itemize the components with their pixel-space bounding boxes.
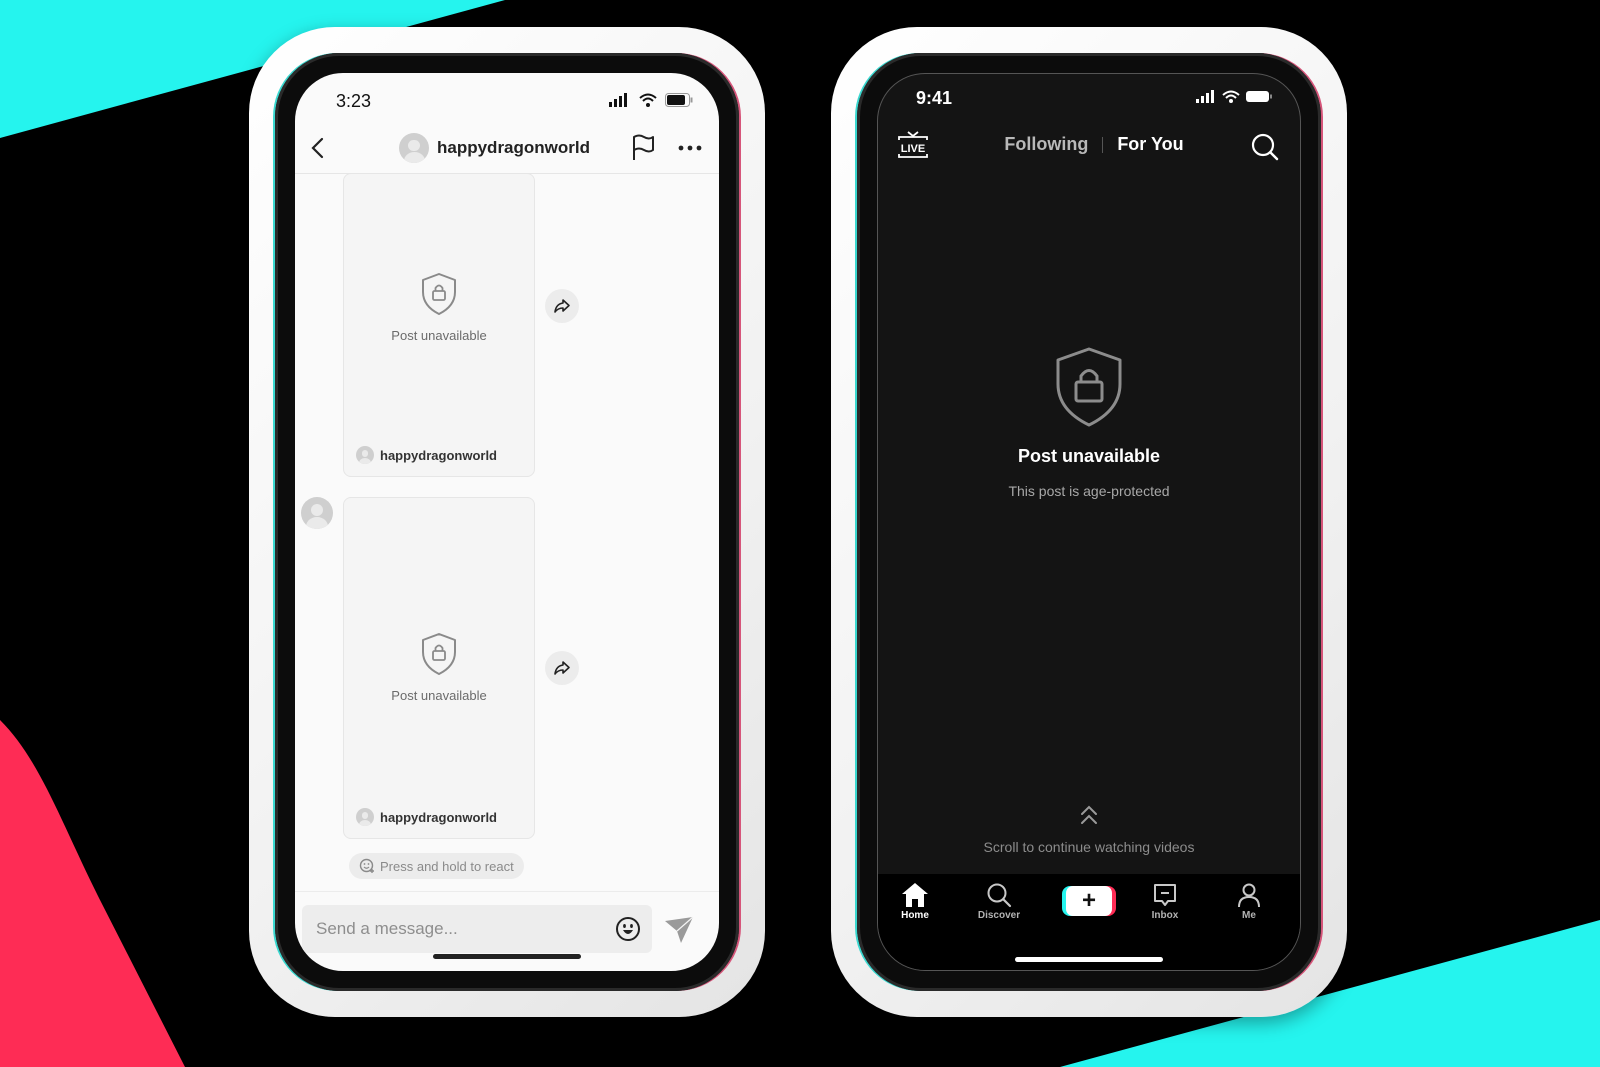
post-unavailable-label: Post unavailable bbox=[391, 688, 487, 703]
age-protected-subtitle: This post is age-protected bbox=[1008, 483, 1170, 499]
wifi-icon bbox=[1222, 90, 1240, 103]
nav-label: Inbox bbox=[1151, 910, 1179, 921]
nav-me[interactable]: Me bbox=[1214, 882, 1284, 921]
shield-lock-icon bbox=[422, 633, 456, 675]
status-time: 9:41 bbox=[916, 88, 953, 108]
avatar bbox=[399, 133, 429, 163]
author-name: happydragonworld bbox=[380, 447, 497, 463]
bottom-nav: Home Discover + Inbox Me bbox=[878, 874, 1300, 970]
share-icon bbox=[554, 299, 570, 313]
shared-post-card[interactable]: Post unavailable happydragonworld bbox=[343, 173, 535, 477]
tab-following[interactable]: Following bbox=[1004, 134, 1088, 155]
nav-label: Me bbox=[1242, 910, 1256, 921]
phone-right-feed: 9:41 LIVE Following For You Post unavail… bbox=[831, 27, 1347, 1017]
status-icons bbox=[1196, 90, 1272, 103]
post-author: happydragonworld bbox=[356, 808, 497, 826]
chevron-left-icon[interactable] bbox=[303, 133, 333, 163]
dm-screen: 3:23 happydragonworld Post unavailable h… bbox=[295, 73, 719, 971]
battery-icon bbox=[1246, 91, 1272, 102]
react-hint-chip[interactable]: Press and hold to react bbox=[349, 853, 524, 879]
home-indicator[interactable] bbox=[433, 954, 581, 959]
shared-post-card[interactable]: Post unavailable happydragonworld bbox=[343, 497, 535, 839]
chat-header: happydragonworld bbox=[295, 125, 719, 174]
phone-bezel: 9:41 LIVE Following For You Post unavail… bbox=[857, 53, 1321, 991]
signal-icon bbox=[609, 93, 627, 107]
post-unavailable-label: Post unavailable bbox=[391, 328, 487, 343]
chat-username: happydragonworld bbox=[437, 138, 590, 157]
ellipsis-icon[interactable] bbox=[675, 135, 705, 161]
author-name: happydragonworld bbox=[380, 809, 497, 825]
nav-home[interactable]: Home bbox=[880, 882, 950, 921]
author-avatar bbox=[356, 808, 374, 826]
flag-icon[interactable] bbox=[629, 133, 657, 163]
scroll-hint: Scroll to continue watching videos bbox=[983, 839, 1195, 855]
inbox-icon bbox=[1154, 884, 1176, 906]
composer-divider bbox=[295, 891, 719, 892]
react-hint-text: Press and hold to react bbox=[380, 858, 514, 874]
shield-lock-icon bbox=[1056, 347, 1122, 427]
signal-icon bbox=[1196, 90, 1214, 103]
share-icon bbox=[554, 661, 570, 675]
shield-lock-icon bbox=[422, 273, 456, 315]
message-input[interactable] bbox=[302, 905, 652, 953]
share-button[interactable] bbox=[545, 651, 579, 685]
author-avatar bbox=[356, 446, 374, 464]
status-bar: 3:23 bbox=[295, 73, 719, 123]
nav-label: Home bbox=[901, 910, 929, 921]
wifi-icon bbox=[639, 93, 657, 107]
nav-create-button[interactable]: + bbox=[1062, 886, 1116, 916]
chat-user[interactable]: happydragonworld bbox=[399, 133, 590, 163]
feed-tabs: Following For You bbox=[878, 134, 1300, 155]
add-reaction-icon bbox=[359, 858, 374, 873]
double-chevron-up-icon bbox=[1081, 805, 1097, 824]
profile-icon bbox=[1238, 883, 1260, 908]
nav-discover[interactable]: Discover bbox=[964, 882, 1034, 921]
avatar bbox=[301, 497, 333, 529]
send-icon[interactable] bbox=[663, 915, 695, 945]
status-time: 3:23 bbox=[336, 91, 372, 111]
post-author: happydragonworld bbox=[356, 446, 497, 464]
share-button[interactable] bbox=[545, 289, 579, 323]
post-unavailable-title: Post unavailable bbox=[1017, 446, 1161, 466]
search-icon bbox=[987, 883, 1012, 908]
phone-left-dm: 3:23 happydragonworld Post unavailable h… bbox=[249, 27, 765, 1017]
feed-screen: 9:41 LIVE Following For You Post unavail… bbox=[877, 73, 1301, 971]
home-icon bbox=[902, 883, 928, 907]
nav-inbox[interactable]: Inbox bbox=[1130, 882, 1200, 921]
home-indicator[interactable] bbox=[1015, 957, 1163, 962]
emoji-icon[interactable] bbox=[615, 916, 641, 942]
battery-icon bbox=[665, 93, 693, 107]
tab-for-you[interactable]: For You bbox=[1117, 134, 1183, 155]
sender-avatar[interactable] bbox=[301, 497, 333, 529]
create-icon: + bbox=[1066, 886, 1112, 916]
nav-label: Discover bbox=[977, 910, 1021, 921]
tab-separator bbox=[1102, 136, 1104, 153]
phone-bezel: 3:23 happydragonworld Post unavailable h… bbox=[275, 53, 739, 991]
background-art bbox=[0, 0, 1600, 1067]
search-icon[interactable] bbox=[1250, 132, 1280, 162]
